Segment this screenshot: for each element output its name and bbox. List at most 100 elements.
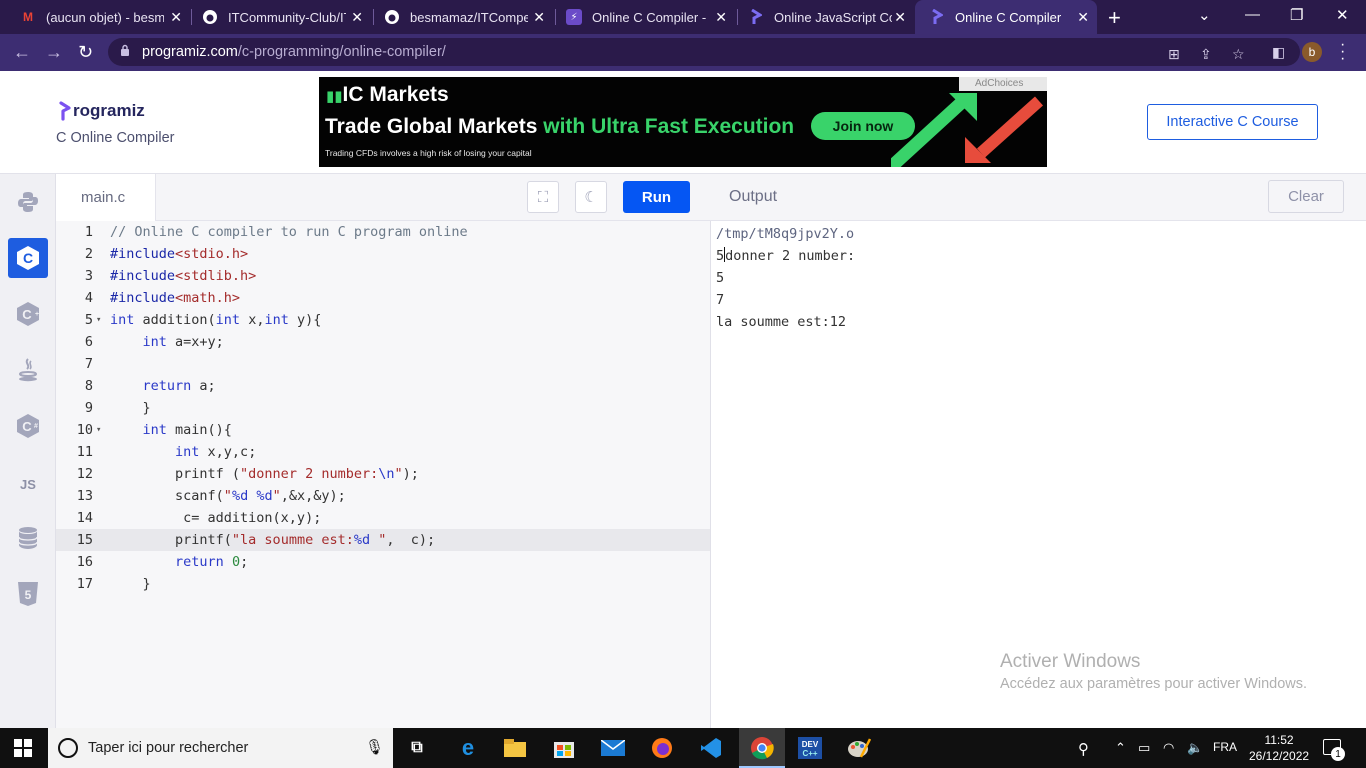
bookmark-star-icon[interactable]: ☆ — [1232, 46, 1245, 63]
side-panel-icon[interactable]: ◧ — [1272, 44, 1285, 61]
edge-icon[interactable]: e — [455, 735, 481, 760]
programiz-logo[interactable]: rogramiz — [58, 101, 145, 121]
python-icon[interactable] — [8, 182, 48, 222]
code-line[interactable]: 7 — [56, 353, 710, 375]
microphone-icon[interactable]: 🎙 — [365, 738, 384, 756]
code-line[interactable]: 15 printf("la soumme est:%d ", c); — [56, 529, 710, 551]
search-placeholder: Taper ici pour rechercher — [88, 740, 249, 756]
volume-icon[interactable]: 🔈 — [1187, 740, 1203, 756]
close-tab-icon[interactable]: ✕ — [715, 9, 727, 26]
java-icon[interactable] — [8, 350, 48, 390]
c-language-icon[interactable]: C — [8, 238, 48, 278]
watermark-subtitle: Accédez aux paramètres pour activer Wind… — [1000, 676, 1308, 692]
dark-mode-moon-icon[interactable]: ☾ — [575, 181, 607, 213]
input-language[interactable]: FRA — [1213, 740, 1237, 754]
code-text: scanf("%d %d",&x,&y); — [110, 488, 346, 504]
run-button[interactable]: Run — [623, 181, 690, 213]
interactive-course-button[interactable]: Interactive C Course — [1147, 104, 1318, 140]
fullscreen-icon[interactable]: ⛶ — [527, 181, 559, 213]
people-icon[interactable]: ⚲ — [1078, 740, 1089, 758]
new-tab-plus-icon[interactable]: + — [1108, 5, 1121, 31]
lock-icon — [121, 44, 129, 56]
tab-github-besmamaz[interactable]: besmamaz/ITCompetiti ✕ — [370, 0, 553, 34]
ad-banner[interactable]: AdChoices ▮▮IC Markets Trade Global Mark… — [319, 77, 1047, 167]
taskbar-search-box[interactable]: Taper ici pour rechercher 🎙 — [48, 728, 393, 768]
code-line[interactable]: 9 } — [56, 397, 710, 419]
output-title: Output — [729, 188, 778, 205]
paint-icon[interactable] — [846, 736, 872, 760]
reload-icon[interactable]: ↻ — [78, 42, 93, 63]
line-number: 5 — [84, 312, 93, 328]
share-icon[interactable]: ⇪ — [1200, 46, 1212, 63]
svg-text:DEV: DEV — [802, 740, 819, 749]
csharp-icon[interactable]: C # — [8, 406, 48, 446]
translate-icon[interactable]: ⊞ — [1168, 46, 1180, 63]
fold-arrow-icon[interactable]: ▾ — [96, 309, 101, 331]
fold-arrow-icon[interactable]: ▾ — [96, 419, 101, 441]
clock-time: 11:52 — [1264, 733, 1294, 747]
clear-button[interactable]: Clear — [1268, 180, 1344, 213]
chrome-icon[interactable] — [749, 736, 775, 760]
line-number: 6 — [84, 334, 93, 350]
close-tab-icon[interactable]: ✕ — [533, 9, 545, 26]
ad-headline: Trade Global Markets with Ultra Fast Exe… — [325, 115, 795, 138]
code-text: int addition(int x,int y){ — [110, 312, 322, 328]
close-tab-icon[interactable]: ✕ — [1077, 9, 1089, 26]
code-editor[interactable]: 1 // Online C compiler to run C program o… — [56, 221, 711, 728]
tab-replit[interactable]: ⚡ Online C Compiler - o ✕ — [552, 0, 735, 34]
code-line[interactable]: 8 return a; — [56, 375, 710, 397]
adchoices-label[interactable]: AdChoices — [959, 77, 1047, 91]
back-arrow-icon[interactable]: ← — [13, 42, 31, 63]
browser-menu-icon[interactable]: · · · — [1340, 37, 1345, 67]
code-text: int a=x+y; — [142, 334, 224, 350]
url-omnibox[interactable]: programiz.com/c-programming/online-compi… — [108, 38, 1300, 66]
battery-icon[interactable]: ▭ — [1138, 740, 1150, 756]
file-explorer-icon[interactable] — [502, 736, 528, 760]
profile-avatar[interactable]: b — [1302, 42, 1322, 62]
minimize-icon[interactable]: — — [1245, 6, 1260, 23]
close-tab-icon[interactable]: ✕ — [894, 9, 906, 26]
tab-gmail[interactable]: M (aucun objet) - besmaz ✕ — [6, 0, 190, 34]
vscode-icon[interactable] — [698, 736, 724, 760]
javascript-icon[interactable]: JS — [8, 464, 48, 504]
code-line[interactable]: 2 #include<stdio.h> — [56, 243, 710, 265]
close-window-icon[interactable]: ✕ — [1336, 6, 1349, 24]
forward-arrow-icon[interactable]: → — [45, 42, 63, 63]
windows-start-icon[interactable] — [14, 739, 32, 757]
cpp-icon[interactable]: C + — [8, 294, 48, 334]
tab-online-c-compiler[interactable]: Online C Compiler ✕ — [915, 0, 1097, 34]
task-view-icon[interactable]: ⧉ — [404, 736, 430, 760]
code-line[interactable]: 3 #include<stdlib.h> — [56, 265, 710, 287]
code-line[interactable]: 12 printf ("donner 2 number:\n"); — [56, 463, 710, 485]
tab-title: (aucun objet) - besmaz — [46, 9, 164, 25]
mail-icon[interactable] — [600, 736, 626, 760]
code-line[interactable]: 14 c= addition(x,y); — [56, 507, 710, 529]
code-line[interactable]: 17 } — [56, 573, 710, 595]
code-line[interactable]: 13 scanf("%d %d",&x,&y); — [56, 485, 710, 507]
code-line[interactable]: 11 int x,y,c; — [56, 441, 710, 463]
code-line[interactable]: 4 #include<math.h> — [56, 287, 710, 309]
firefox-icon[interactable] — [649, 736, 675, 760]
sql-database-icon[interactable] — [8, 518, 48, 558]
close-tab-icon[interactable]: ✕ — [351, 9, 363, 26]
code-line[interactable]: 1 // Online C compiler to run C program o… — [56, 221, 710, 243]
file-tab-main-c[interactable]: main.c — [56, 174, 156, 221]
wifi-icon[interactable]: ◠ — [1163, 740, 1174, 756]
code-line[interactable]: 6 int a=x+y; — [56, 331, 710, 353]
close-tab-icon[interactable]: ✕ — [170, 9, 182, 26]
tab-github-itcommunity[interactable]: ITCommunity-Club/ITC ✕ — [188, 0, 371, 34]
code-line[interactable]: 16 return 0; — [56, 551, 710, 573]
tab-online-javascript[interactable]: Online JavaScript Com ✕ — [734, 0, 914, 34]
code-line[interactable]: 10 ▾ int main(){ — [56, 419, 710, 441]
system-clock[interactable]: 11:52 26/12/2022 — [1249, 732, 1309, 764]
devcpp-icon[interactable]: DEV C++ — [797, 736, 823, 760]
windows-activation-watermark: Activer Windows Accédez aux paramètres p… — [1000, 651, 1307, 692]
tab-search-chevron-icon[interactable]: ⌄ — [1198, 6, 1211, 24]
show-hidden-icons-chevron[interactable]: ⌃ — [1115, 740, 1126, 756]
restore-icon[interactable]: ❐ — [1290, 6, 1303, 24]
output-header: Output Clear — [711, 174, 1366, 221]
html5-icon[interactable]: 5 — [8, 574, 48, 614]
svg-text:5: 5 — [25, 588, 32, 602]
microsoft-store-icon[interactable] — [551, 736, 577, 760]
code-line[interactable]: 5 ▾ int addition(int x,int y){ — [56, 309, 710, 331]
